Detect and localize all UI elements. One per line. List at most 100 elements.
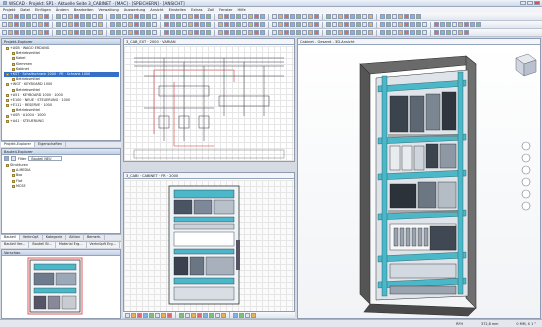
toolbar-button-icon[interactable] xyxy=(170,22,175,27)
toolbar-button-icon[interactable] xyxy=(200,14,205,19)
toolbar-button-icon[interactable] xyxy=(125,312,130,318)
toolbar-button-icon[interactable] xyxy=(404,22,409,27)
toolbar-button-icon[interactable] xyxy=(368,22,373,27)
toolbar-button-icon[interactable] xyxy=(338,30,343,35)
schematic-canvas[interactable] xyxy=(124,46,294,161)
toolbar-button-icon[interactable] xyxy=(38,22,43,27)
subtab-bauteil-bi[interactable]: Bauteil Bi... xyxy=(29,242,56,248)
toolbar-button-icon[interactable] xyxy=(410,22,415,27)
menu-projekt[interactable]: Projekt xyxy=(3,8,15,12)
toolbar-button-icon[interactable] xyxy=(131,312,136,318)
toolbar-button-icon[interactable] xyxy=(185,312,190,318)
minimize-button[interactable] xyxy=(520,1,526,5)
toolbar-button-icon[interactable] xyxy=(434,30,439,35)
toolbar-button-icon[interactable] xyxy=(92,22,97,27)
toolbar-button-icon[interactable] xyxy=(245,312,250,318)
toolbar-button-icon[interactable] xyxy=(422,30,427,35)
toolbar-button-icon[interactable] xyxy=(224,30,229,35)
toolbar-button-icon[interactable] xyxy=(218,30,223,35)
toolbar-button-icon[interactable] xyxy=(122,30,127,35)
toolbar-button-icon[interactable] xyxy=(464,22,469,27)
toolbar-button-icon[interactable] xyxy=(137,312,142,318)
toolbar-button-icon[interactable] xyxy=(446,30,451,35)
toolbar-button-icon[interactable] xyxy=(278,22,283,27)
toolbar-button-icon[interactable] xyxy=(98,14,103,19)
toolbar-button-icon[interactable] xyxy=(230,22,235,27)
toolbar-button-icon[interactable] xyxy=(86,22,91,27)
toolbar-button-icon[interactable] xyxy=(326,22,331,27)
tab-verknuepf[interactable]: Verknüpf. xyxy=(20,235,43,240)
toolbar-button-icon[interactable] xyxy=(155,312,160,318)
toolbar-button-icon[interactable] xyxy=(20,14,25,19)
toolbar-button-icon[interactable] xyxy=(344,22,349,27)
toolbar-button-icon[interactable] xyxy=(278,14,283,19)
toolbar-button-icon[interactable] xyxy=(92,30,97,35)
toolbar-button-icon[interactable] xyxy=(32,14,37,19)
toolbar-button-icon[interactable] xyxy=(416,22,421,27)
toolbar-button-icon[interactable] xyxy=(128,14,133,19)
toolbar-button-icon[interactable] xyxy=(200,30,205,35)
toolbar-button-icon[interactable] xyxy=(32,22,37,27)
menu-hilfe[interactable]: Hilfe xyxy=(237,8,245,12)
toolbar-button-icon[interactable] xyxy=(56,22,61,27)
toolbar-button-icon[interactable] xyxy=(242,14,247,19)
toolbar-button-icon[interactable] xyxy=(410,14,415,19)
toolbar-button-icon[interactable] xyxy=(26,14,31,19)
toolbar-button-icon[interactable] xyxy=(332,30,337,35)
toolbar-button-icon[interactable] xyxy=(356,30,361,35)
tab-projekt-explorer[interactable]: Projekt-Explorer xyxy=(1,142,36,147)
toolbar-button-icon[interactable] xyxy=(392,22,397,27)
toolbar-button-icon[interactable] xyxy=(272,30,277,35)
toolbar-button-icon[interactable] xyxy=(254,30,259,35)
toolbar-button-icon[interactable] xyxy=(350,14,355,19)
toolbar-button-icon[interactable] xyxy=(302,14,307,19)
toolbar-button-icon[interactable] xyxy=(188,22,193,27)
toolbar-button-icon[interactable] xyxy=(164,22,169,27)
schematic-tab[interactable]: 3_CAB_EXT · 2000 · VARIAN xyxy=(124,39,294,45)
toolbar-button-icon[interactable] xyxy=(146,30,151,35)
toolbar-button-icon[interactable] xyxy=(206,22,211,27)
toolbar-button-icon[interactable] xyxy=(380,30,385,35)
toolbar-button-icon[interactable] xyxy=(14,22,19,27)
toolbar-button-icon[interactable] xyxy=(368,14,373,19)
toolbar-button-icon[interactable] xyxy=(143,312,148,318)
toolbar-button-icon[interactable] xyxy=(80,22,85,27)
toolbar-button-icon[interactable] xyxy=(260,30,265,35)
toolbar-button-icon[interactable] xyxy=(188,14,193,19)
filter-icon[interactable] xyxy=(4,156,9,161)
toolbar-button-icon[interactable] xyxy=(338,14,343,19)
toolbar-button-icon[interactable] xyxy=(62,30,67,35)
toolbar-button-icon[interactable] xyxy=(194,22,199,27)
toolbar-button-icon[interactable] xyxy=(140,22,145,27)
subtab-verknuepft[interactable]: Verknüpft Erg... xyxy=(87,242,120,248)
toolbar-button-icon[interactable] xyxy=(332,22,337,27)
toolbar-button-icon[interactable] xyxy=(221,312,226,318)
toolbar-button-icon[interactable] xyxy=(182,30,187,35)
toolbar-button-icon[interactable] xyxy=(200,22,205,27)
toolbar-button-icon[interactable] xyxy=(80,30,85,35)
toolbar-button-icon[interactable] xyxy=(44,14,49,19)
toolbar-button-icon[interactable] xyxy=(140,30,145,35)
toolbar-button-icon[interactable] xyxy=(182,14,187,19)
toolbar-button-icon[interactable] xyxy=(368,30,373,35)
toolbar-button-icon[interactable] xyxy=(410,30,415,35)
tab-bauteil[interactable]: Bauteil xyxy=(1,235,20,240)
toolbar-button-icon[interactable] xyxy=(248,14,253,19)
menu-fenster[interactable]: Fenster xyxy=(219,8,232,12)
menu-datei[interactable]: Datei xyxy=(20,8,30,12)
toolbar-button-icon[interactable] xyxy=(398,22,403,27)
toolbar-button-icon[interactable] xyxy=(14,14,19,19)
toolbar-button-icon[interactable] xyxy=(344,14,349,19)
toolbar-button-icon[interactable] xyxy=(215,312,220,318)
component-tree-item[interactable]: MCSE xyxy=(4,184,118,189)
toolbar-button-icon[interactable] xyxy=(296,14,301,19)
toolbar-button-icon[interactable] xyxy=(422,22,427,27)
toolbar-button-icon[interactable] xyxy=(44,22,49,27)
toolbar-button-icon[interactable] xyxy=(248,22,253,27)
tab-eigenschaften[interactable]: Eigenschaften xyxy=(35,142,67,147)
toolbar-button-icon[interactable] xyxy=(290,22,295,27)
toolbar-button-icon[interactable] xyxy=(110,22,115,27)
toolbar-button-icon[interactable] xyxy=(218,22,223,27)
toolbar-button-icon[interactable] xyxy=(392,14,397,19)
toolbar-button-icon[interactable] xyxy=(44,30,49,35)
